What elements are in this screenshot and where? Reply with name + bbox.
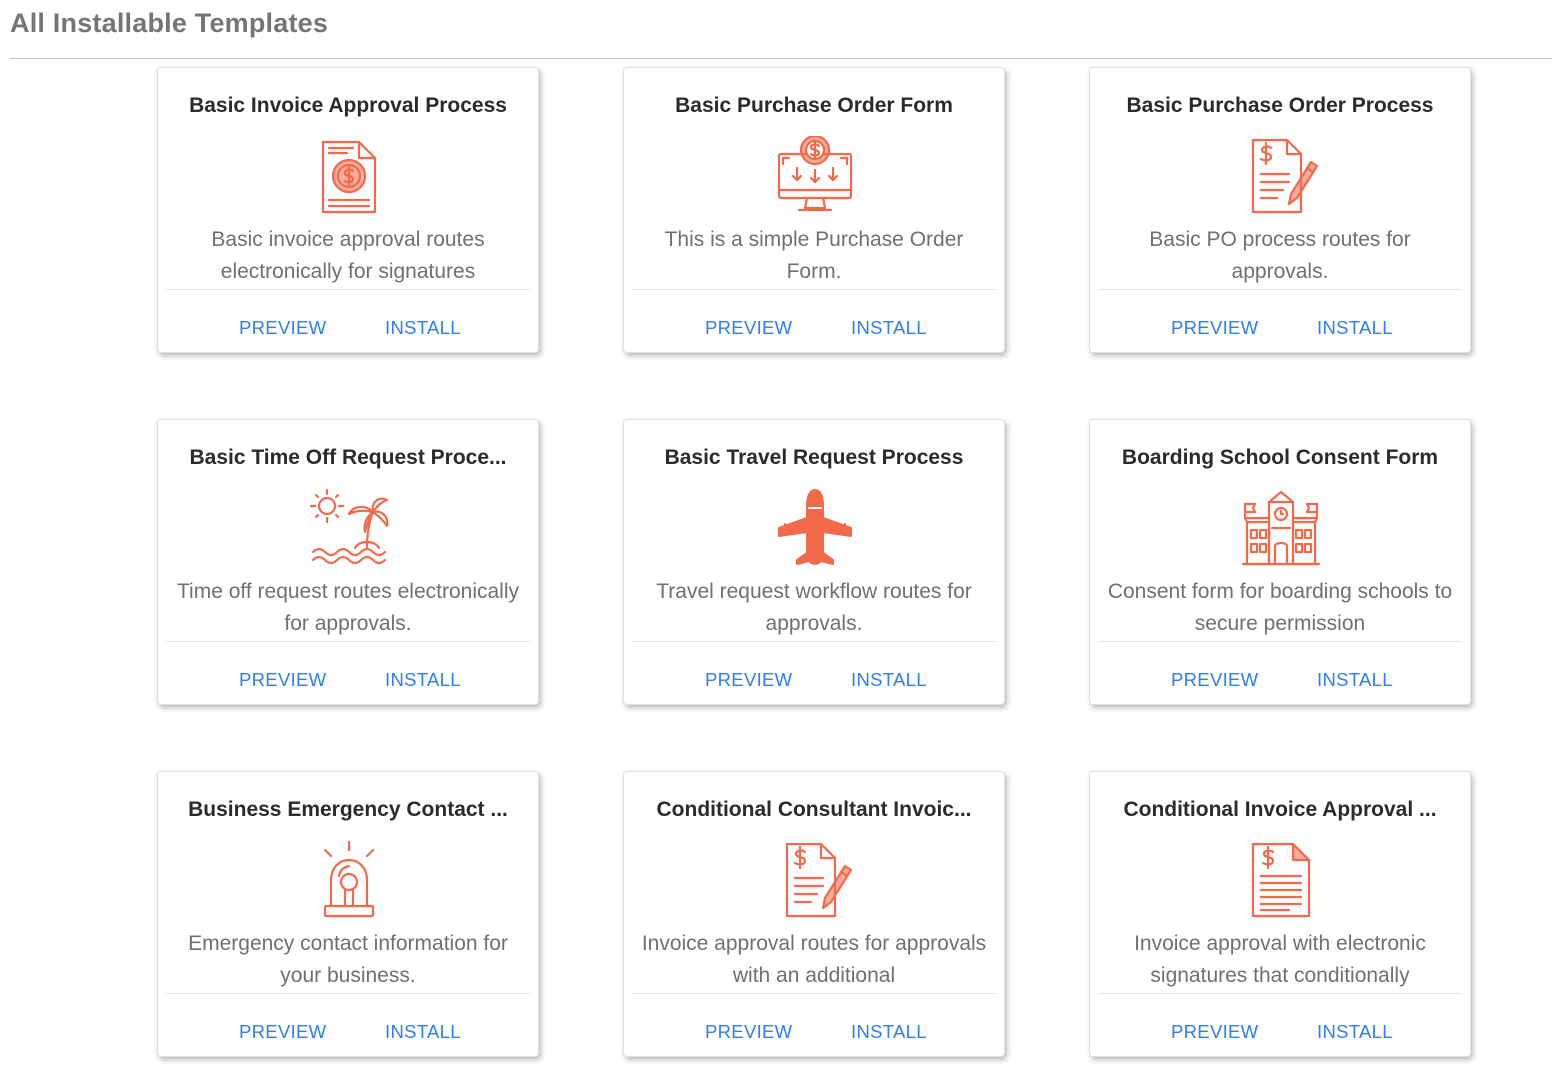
template-title: Basic Purchase Order Form: [675, 94, 953, 117]
template-description: Consent form for boarding schools to sec…: [1107, 580, 1453, 635]
template-card: Basic Travel Request Process Travel requ…: [623, 419, 1005, 705]
template-title: Basic Travel Request Process: [664, 446, 964, 469]
template-description: This is a simple Purchase Order Form.: [664, 228, 964, 283]
card-divider: [632, 641, 996, 642]
page-title: All Installable Templates: [10, 8, 329, 38]
install-button[interactable]: INSTALL: [385, 1021, 461, 1043]
card-divider: [632, 289, 996, 290]
template-card: Boarding School Consent Form Consent for…: [1089, 419, 1471, 705]
invoice-dollar-icon: [309, 136, 389, 216]
emergency-siren-icon: [309, 840, 389, 920]
document-dollar-lines-icon: [1241, 840, 1321, 920]
template-description: Invoice approval routes for approvals wi…: [641, 932, 987, 987]
header-divider: [10, 58, 1552, 59]
monitor-dollar-icon: [775, 136, 855, 216]
preview-button[interactable]: PREVIEW: [239, 669, 326, 691]
preview-button[interactable]: PREVIEW: [1171, 317, 1258, 339]
template-title: Basic Time Off Request Proce...: [189, 446, 507, 469]
template-title: Business Emergency Contact ...: [188, 798, 508, 821]
template-description: Time off request routes electronically f…: [177, 580, 519, 635]
template-title: Conditional Consultant Invoic...: [656, 798, 972, 821]
install-button[interactable]: INSTALL: [851, 669, 927, 691]
airplane-icon: [775, 488, 855, 568]
template-description: Basic PO process routes for approvals.: [1149, 228, 1411, 283]
install-button[interactable]: INSTALL: [1317, 669, 1393, 691]
preview-button[interactable]: PREVIEW: [1171, 1021, 1258, 1043]
card-divider: [1098, 993, 1462, 994]
template-description: Emergency contact information for your b…: [188, 932, 508, 987]
install-button[interactable]: INSTALL: [385, 669, 461, 691]
template-description: Travel request workflow routes for appro…: [656, 580, 972, 635]
document-dollar-pen-icon: [775, 840, 855, 920]
template-card: Conditional Consultant Invoic... Invoice…: [623, 771, 1005, 1057]
card-divider: [166, 289, 530, 290]
school-building-icon: [1241, 488, 1321, 568]
template-description: Invoice approval with electronic signatu…: [1134, 932, 1426, 987]
document-dollar-pen-icon: [1241, 136, 1321, 216]
preview-button[interactable]: PREVIEW: [1171, 669, 1258, 691]
template-title: Boarding School Consent Form: [1121, 446, 1439, 469]
install-button[interactable]: INSTALL: [1317, 317, 1393, 339]
card-divider: [632, 993, 996, 994]
template-card: Basic Invoice Approval Process Basic inv…: [157, 67, 539, 353]
install-button[interactable]: INSTALL: [851, 1021, 927, 1043]
preview-button[interactable]: PREVIEW: [705, 1021, 792, 1043]
install-button[interactable]: INSTALL: [1317, 1021, 1393, 1043]
card-divider: [1098, 289, 1462, 290]
template-card: Conditional Invoice Approval ... Invoice…: [1089, 771, 1471, 1057]
template-grid: Basic Invoice Approval Process Basic inv…: [157, 67, 1471, 1057]
template-title: Conditional Invoice Approval ...: [1123, 798, 1437, 821]
card-divider: [166, 641, 530, 642]
beach-palm-icon: [309, 488, 389, 568]
install-button[interactable]: INSTALL: [851, 317, 927, 339]
install-button[interactable]: INSTALL: [385, 317, 461, 339]
template-description: Basic invoice approval routes electronic…: [211, 228, 485, 283]
template-card: Basic Purchase Order Form This is a simp…: [623, 67, 1005, 353]
template-title: Basic Purchase Order Process: [1126, 94, 1434, 117]
preview-button[interactable]: PREVIEW: [239, 317, 326, 339]
card-divider: [166, 993, 530, 994]
card-divider: [1098, 641, 1462, 642]
template-card: Basic Purchase Order Process Basic PO pr…: [1089, 67, 1471, 353]
template-card: Business Emergency Contact ... Emergency…: [157, 771, 539, 1057]
preview-button[interactable]: PREVIEW: [239, 1021, 326, 1043]
template-card: Basic Time Off Request Proce... Time off…: [157, 419, 539, 705]
template-title: Basic Invoice Approval Process: [189, 94, 507, 117]
preview-button[interactable]: PREVIEW: [705, 669, 792, 691]
preview-button[interactable]: PREVIEW: [705, 317, 792, 339]
